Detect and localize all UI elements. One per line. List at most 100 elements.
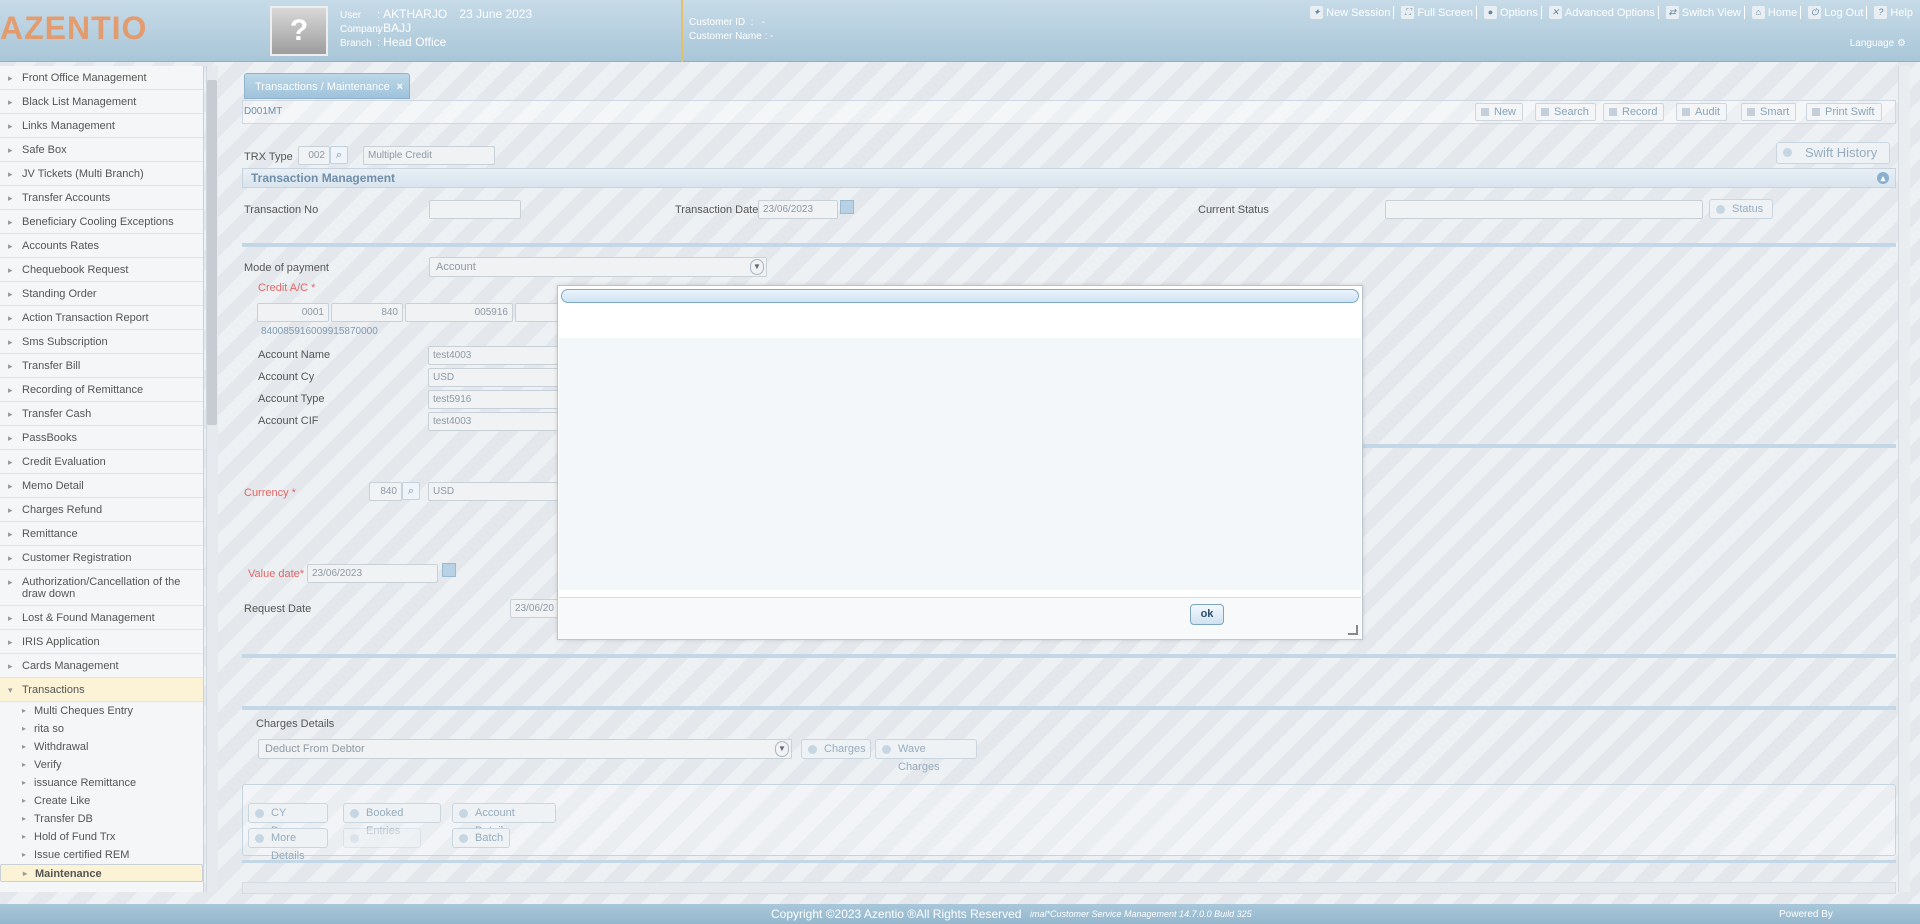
sidebar-item[interactable]: Safe Box (0, 138, 203, 162)
new-session-link[interactable]: ✦ New Session (1307, 6, 1395, 19)
sidebar-sub-item[interactable]: issuance Remittance (0, 774, 203, 792)
smart-button[interactable]: Smart (1741, 103, 1797, 121)
advanced-options-link[interactable]: ✕ Advanced Options (1546, 6, 1659, 19)
help-link[interactable]: ? Help (1871, 6, 1916, 19)
batch-button[interactable]: Batch (452, 828, 510, 848)
product-version: imal*Customer Service Management 14.7.0.… (1030, 909, 1252, 919)
sidebar-item[interactable]: Recording of Remittance (0, 378, 203, 402)
user-value: AKTHARJO (383, 7, 448, 21)
ac-currency-input[interactable]: 840 (331, 303, 403, 322)
iban-text: 840085916009915870000 (261, 326, 378, 337)
sidebar-sub-item[interactable]: Hold of Fund Trx (0, 828, 203, 846)
calendar-icon[interactable] (840, 200, 854, 214)
print-swift-button[interactable]: Print Swift (1806, 103, 1882, 121)
sidebar-scroll-thumb[interactable] (207, 80, 217, 425)
sidebar-item[interactable]: Front Office Management (0, 66, 203, 90)
waive-charges-button[interactable]: Wave Charges (875, 739, 977, 773)
sidebar-item[interactable]: Transfer Cash (0, 402, 203, 426)
language-icon: ⚙ (1897, 38, 1906, 49)
sidebar-item[interactable]: Accounts Rates (0, 234, 203, 258)
request-date-input[interactable]: 23/06/20 (510, 599, 560, 618)
company-value: BAJJ (383, 21, 412, 35)
account-details-button[interactable]: Account Details (452, 803, 556, 837)
swift-history-button[interactable]: Swift History (1776, 142, 1890, 164)
record-button[interactable]: Record (1603, 103, 1665, 121)
sidebar-item[interactable]: JV Tickets (Multi Branch) (0, 162, 203, 186)
sidebar-item[interactable]: Authorization/Cancellation of the draw d… (0, 570, 203, 606)
sidebar-item[interactable]: Customer Registration (0, 546, 203, 570)
sidebar-sub-item[interactable]: Maintenance (0, 864, 203, 883)
account-cif-label: Account CIF (258, 415, 319, 427)
switch-view-link[interactable]: ⇄ Switch View (1663, 6, 1745, 19)
main-scrollbar[interactable] (1898, 66, 1910, 892)
sidebar-item[interactable]: Standing Order (0, 282, 203, 306)
sidebar-sub-item[interactable]: Withdrawal (0, 738, 203, 756)
sidebar-item[interactable]: Charges Refund (0, 498, 203, 522)
calendar-icon[interactable] (442, 563, 456, 577)
search-button[interactable]: Search (1535, 103, 1596, 121)
full-screen-link[interactable]: ⛶ Full Screen (1398, 6, 1477, 19)
horizontal-scrollbar[interactable] (242, 882, 1896, 894)
credit-ac-label: Credit A/C * (258, 282, 316, 294)
sidebar-item[interactable]: Action Transaction Report (0, 306, 203, 330)
tab-transactions-maintenance[interactable]: Transactions / Maintenance × (244, 73, 410, 99)
sidebar-item[interactable]: Memo Detail (0, 474, 203, 498)
sidebar-item[interactable]: Transactions (0, 678, 203, 702)
sidebar-sub-item[interactable]: rita so (0, 720, 203, 738)
sidebar-sub-item[interactable]: Issue certified REM (0, 846, 203, 864)
sidebar-item[interactable]: Transfer Bill (0, 354, 203, 378)
charges-option-select[interactable]: Deduct From Debtor ▼ (258, 739, 792, 759)
sidebar-item[interactable]: Transfer Accounts (0, 186, 203, 210)
currency-code-input[interactable]: 840 (369, 482, 402, 501)
dialog-titlebar[interactable] (561, 289, 1359, 303)
booked-entries-button[interactable]: Booked Entries (343, 803, 441, 837)
transaction-no-input[interactable] (429, 200, 521, 219)
logout-icon: ⏻ (1808, 6, 1822, 19)
sidebar-item[interactable]: Credit Evaluation (0, 450, 203, 474)
ok-button[interactable]: ok (1190, 604, 1224, 625)
trx-type-code-input[interactable]: 002 (298, 146, 330, 165)
avatar[interactable]: ? (270, 6, 328, 56)
ac-gl-input[interactable]: 005916 (405, 303, 513, 322)
sidebar-item[interactable]: PassBooks (0, 426, 203, 450)
sidebar-item[interactable]: IRIS Application (0, 630, 203, 654)
status-button[interactable]: Status (1709, 199, 1773, 219)
sidebar-item[interactable]: Lost & Found Management (0, 606, 203, 630)
collapse-icon[interactable]: ▴ (1877, 172, 1889, 184)
user-key: User (340, 10, 362, 21)
new-button[interactable]: New (1475, 103, 1524, 121)
resize-grip-icon[interactable] (1348, 625, 1358, 635)
cy-denom-button[interactable]: CY Denom. (248, 803, 328, 837)
options-link[interactable]: ● Options (1481, 6, 1542, 19)
sidebar-sub-item[interactable]: Create Like (0, 792, 203, 810)
close-icon[interactable]: × (397, 74, 403, 100)
sidebar-item[interactable]: Beneficiary Cooling Exceptions (0, 210, 203, 234)
sidebar-sub-item[interactable]: Verify (0, 756, 203, 774)
sidebar-sub-item[interactable]: Transfer DB (0, 810, 203, 828)
more-details-button[interactable]: More Details (248, 828, 328, 862)
transaction-date-input[interactable]: 23/06/2023 (758, 200, 838, 219)
charges-button[interactable]: Charges (801, 739, 871, 759)
account-cif-input: test4003 (428, 412, 560, 431)
audit-button[interactable]: Audit (1676, 103, 1728, 121)
customer-name-label: Customer Name (689, 31, 762, 42)
value-date-input[interactable]: 23/06/2023 (307, 564, 438, 583)
company-key: Company (340, 24, 383, 35)
customer-name-value: - (770, 31, 774, 42)
sidebar-item[interactable]: Links Management (0, 114, 203, 138)
sidebar-sub-item[interactable]: Multi Cheques Entry (0, 702, 203, 720)
home-link[interactable]: ⌂ Home (1749, 6, 1802, 19)
ac-branch-input[interactable]: 0001 (257, 303, 329, 322)
sidebar-item[interactable]: Sms Subscription (0, 330, 203, 354)
lookup-icon[interactable]: ⌕ (402, 482, 420, 500)
mode-of-payment-select[interactable]: Account ▼ (429, 257, 767, 277)
sidebar-item[interactable]: Cards Management (0, 654, 203, 678)
sidebar-item[interactable]: Black List Management (0, 90, 203, 114)
sidebar-item[interactable]: Remittance (0, 522, 203, 546)
logout-link[interactable]: ⏻ Log Out (1805, 6, 1868, 19)
sidebar-item[interactable]: Chequebook Request (0, 258, 203, 282)
lookup-icon[interactable]: ⌕ (330, 146, 348, 164)
divider (1363, 444, 1896, 448)
language-menu[interactable]: Language ⚙ (1850, 38, 1906, 49)
ac-cif-input[interactable] (515, 303, 560, 322)
